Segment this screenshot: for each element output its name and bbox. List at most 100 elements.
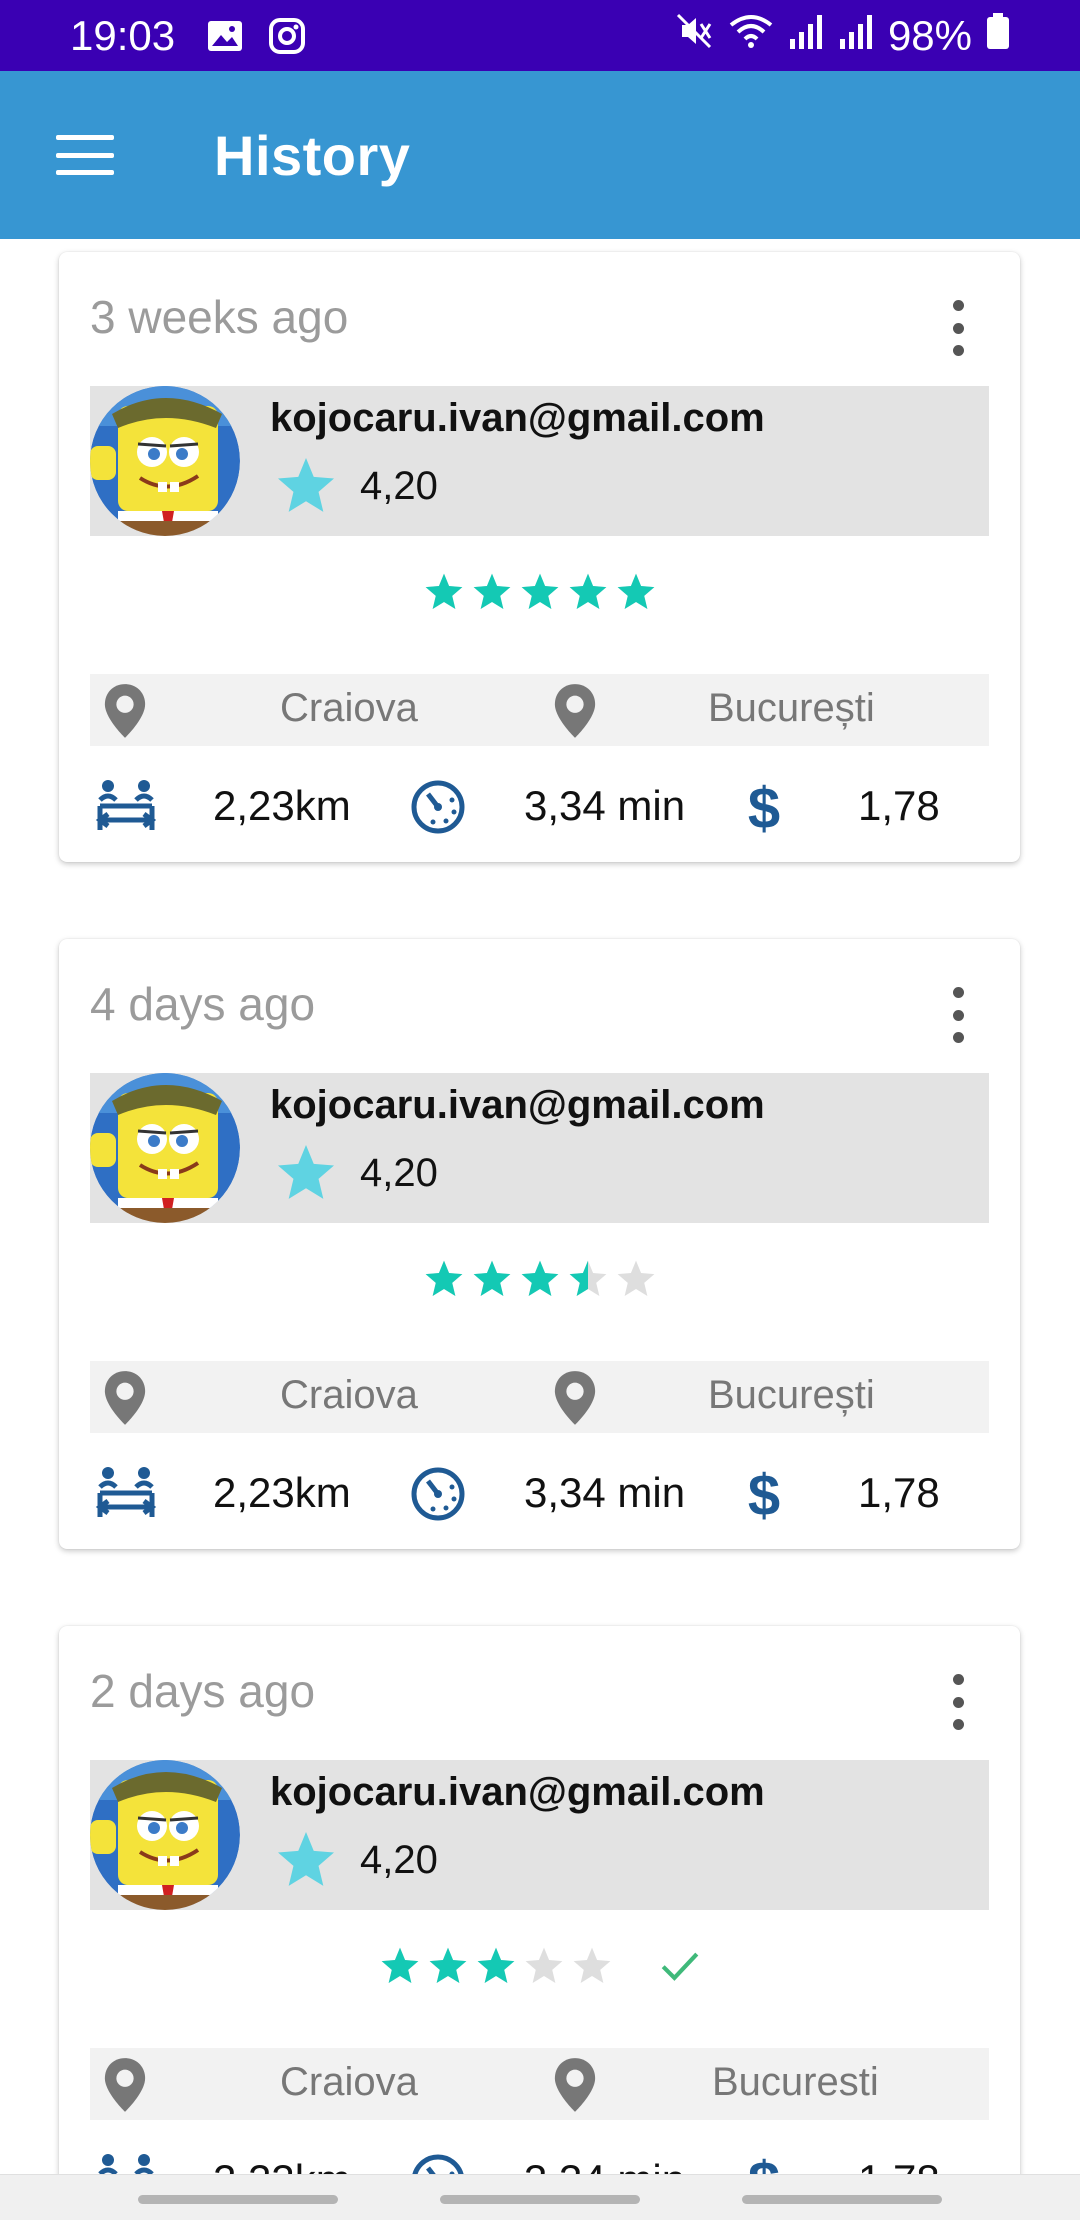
route-from: Craiova xyxy=(280,1373,418,1417)
battery-percent: 98% xyxy=(887,11,972,59)
ride-stats: 2,23km 3,34 min $ 1,78 xyxy=(90,772,989,842)
route-from: Craiova xyxy=(280,686,418,730)
app-bar: History xyxy=(0,71,1080,239)
ride-duration: 3,34 min xyxy=(524,782,686,829)
user-email: kojocaru.ivan@gmail.com xyxy=(270,1083,765,1127)
svg-text:$: $ xyxy=(748,1463,780,1525)
timer-icon xyxy=(412,2154,464,2174)
dollar-icon: $ xyxy=(748,2150,780,2174)
ride-card[interactable]: 4 days ago kojocaru.ivan@gmail.com 4,20 … xyxy=(59,939,1020,1549)
ride-duration: 3,34 min xyxy=(524,2156,685,2174)
user-info[interactable]: kojocaru.ivan@gmail.com 4,20 xyxy=(90,1073,989,1223)
star-filled-icon[interactable] xyxy=(519,571,561,613)
ride-time-ago: 4 days ago xyxy=(90,978,316,1030)
wifi-icon xyxy=(728,11,774,61)
ride-rating-stars[interactable] xyxy=(59,1941,1020,1991)
route-from: Craiova xyxy=(280,2060,418,2104)
route-bar: Craiova Bucuresti xyxy=(90,2048,989,2120)
user-rating: 4,20 xyxy=(270,454,438,518)
user-rating: 4,20 xyxy=(270,1828,438,1892)
star-filled-icon[interactable] xyxy=(567,571,609,613)
ride-card[interactable]: 2 days ago kojocaru.ivan@gmail.com 4,20 … xyxy=(59,1626,1020,2174)
distance-icon xyxy=(98,2154,154,2174)
timer-icon xyxy=(411,1467,465,1521)
system-nav-bar xyxy=(0,2174,1080,2220)
user-email: kojocaru.ivan@gmail.com xyxy=(270,1770,765,1814)
dollar-icon: $ xyxy=(748,776,780,838)
star-empty-icon[interactable] xyxy=(571,1945,613,1987)
route-to: Bucuresti xyxy=(712,2060,879,2104)
ride-price: 1,78 xyxy=(858,2156,940,2174)
timer-icon xyxy=(411,780,465,834)
distance-icon xyxy=(95,1467,157,1517)
star-filled-icon[interactable] xyxy=(423,571,465,613)
signal-icon xyxy=(788,11,824,61)
avatar xyxy=(90,1073,240,1223)
star-filled-icon[interactable] xyxy=(423,1258,465,1300)
dollar-icon: $ xyxy=(748,1463,780,1525)
route-to: București xyxy=(708,686,875,730)
distance-icon xyxy=(95,780,157,830)
user-email: kojocaru.ivan@gmail.com xyxy=(270,396,765,440)
ride-duration: 3,34 min xyxy=(524,1469,686,1516)
hamburger-menu-icon[interactable] xyxy=(56,135,114,175)
location-pin-icon xyxy=(554,684,596,738)
ride-distance: 2,23km xyxy=(213,1469,351,1516)
user-rating-value: 4,20 xyxy=(360,1837,438,1882)
star-filled-icon[interactable] xyxy=(475,1945,517,1987)
ride-rating-stars[interactable] xyxy=(59,567,1020,617)
star-filled-icon[interactable] xyxy=(427,1945,469,1987)
user-rating-value: 4,20 xyxy=(360,1150,438,1195)
ride-price: 1,78 xyxy=(858,1469,940,1516)
star-half-icon[interactable] xyxy=(567,1258,609,1300)
star-filled-icon[interactable] xyxy=(379,1945,421,1987)
user-rating-value: 4,20 xyxy=(360,463,438,508)
star-empty-icon[interactable] xyxy=(523,1945,565,1987)
star-filled-icon[interactable] xyxy=(519,1258,561,1300)
location-pin-icon xyxy=(104,684,146,738)
star-filled-icon[interactable] xyxy=(471,1258,513,1300)
ride-distance: 2,23km xyxy=(213,782,351,829)
more-options-icon[interactable] xyxy=(946,1674,970,1730)
star-icon xyxy=(278,458,334,512)
ride-stats: 2,23km 3,34 min $ 1,78 xyxy=(90,1459,989,1529)
history-list[interactable]: 3 weeks ago kojocaru.ivan@gmail.com 4,20… xyxy=(0,239,1080,2174)
ride-stats: 2,23km 3,34 min $ 1,78 xyxy=(90,2146,989,2174)
avatar xyxy=(90,1760,240,1910)
route-bar: Craiova București xyxy=(90,674,989,746)
star-filled-icon[interactable] xyxy=(471,571,513,613)
nav-recents-button[interactable] xyxy=(138,2195,338,2204)
nav-home-button[interactable] xyxy=(440,2195,640,2204)
more-options-icon[interactable] xyxy=(946,300,970,356)
user-info[interactable]: kojocaru.ivan@gmail.com 4,20 xyxy=(90,386,989,536)
user-rating: 4,20 xyxy=(270,1141,438,1205)
location-pin-icon xyxy=(554,2058,596,2112)
svg-text:$: $ xyxy=(748,776,780,838)
ride-card[interactable]: 3 weeks ago kojocaru.ivan@gmail.com 4,20… xyxy=(59,252,1020,862)
location-pin-icon xyxy=(104,2058,146,2112)
battery-icon xyxy=(986,11,1010,61)
ride-rating-stars[interactable] xyxy=(59,1254,1020,1304)
svg-text:$: $ xyxy=(748,2150,780,2174)
status-time: 19:03 xyxy=(70,11,176,59)
checkmark-icon xyxy=(661,1952,698,1981)
more-options-icon[interactable] xyxy=(946,987,970,1043)
star-filled-icon[interactable] xyxy=(615,571,657,613)
star-icon xyxy=(278,1145,334,1199)
star-icon xyxy=(278,1832,334,1886)
instagram-icon xyxy=(267,16,307,56)
nav-back-button[interactable] xyxy=(742,2195,942,2204)
route-to: București xyxy=(708,1373,875,1417)
location-pin-icon xyxy=(554,1371,596,1425)
star-empty-icon[interactable] xyxy=(615,1258,657,1300)
location-pin-icon xyxy=(104,1371,146,1425)
route-bar: Craiova București xyxy=(90,1361,989,1433)
ride-price: 1,78 xyxy=(858,782,940,829)
ride-time-ago: 2 days ago xyxy=(90,1665,316,1717)
mute-icon xyxy=(674,11,714,61)
status-bar: 19:03 98% xyxy=(0,0,1080,71)
page-title: History xyxy=(214,123,411,187)
avatar xyxy=(90,386,240,536)
image-icon xyxy=(205,16,245,56)
user-info[interactable]: kojocaru.ivan@gmail.com 4,20 xyxy=(90,1760,989,1910)
